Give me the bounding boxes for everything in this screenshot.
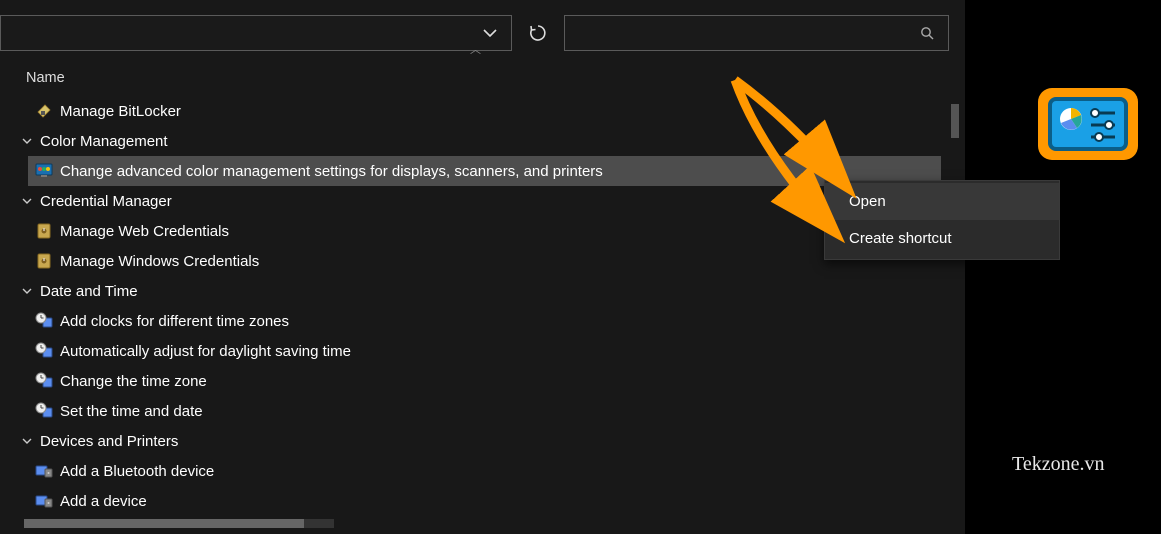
- toolbar: [0, 0, 965, 60]
- list-item[interactable]: Add a Bluetooth device: [22, 456, 953, 486]
- list-item[interactable]: Add clocks for different time zones: [22, 306, 953, 336]
- list-item[interactable]: Manage Web Credentials: [22, 216, 953, 246]
- item-label: Manage Web Credentials: [60, 223, 229, 240]
- list-item[interactable]: Change advanced color management setting…: [28, 156, 941, 186]
- safe-icon: [34, 222, 54, 240]
- clock-icon: [34, 312, 54, 330]
- watermark: Tekzone.vn: [1012, 453, 1104, 476]
- item-label: Add clocks for different time zones: [60, 313, 289, 330]
- content-area: ︿ Name Manage BitLockerColor ManagementC…: [0, 60, 965, 534]
- item-label: Manage Windows Credentials: [60, 253, 259, 270]
- group-label: Date and Time: [38, 283, 138, 300]
- list-item[interactable]: Automatically adjust for daylight saving…: [22, 336, 953, 366]
- control-panel-window: ︿ Name Manage BitLocker Color Management C…: [0, 0, 965, 534]
- sort-indicator-icon: ︿: [470, 41, 481, 57]
- device-icon: [34, 492, 54, 510]
- item-label: Add a Bluetooth device: [60, 463, 214, 480]
- chevron-down-icon[interactable]: [22, 196, 38, 206]
- horizontal-scrollbar-thumb[interactable]: [24, 519, 304, 528]
- context-menu-create-shortcut[interactable]: Create shortcut: [825, 220, 1059, 257]
- chevron-down-icon[interactable]: [22, 436, 38, 446]
- control-panel-icon: [1048, 97, 1128, 151]
- device-icon: [34, 462, 54, 480]
- chevron-down-icon[interactable]: [477, 29, 503, 37]
- list-item[interactable]: Manage BitLocker: [22, 96, 953, 126]
- item-label: Automatically adjust for daylight saving…: [60, 343, 351, 360]
- chevron-down-icon[interactable]: [22, 136, 38, 146]
- item-label: Add a device: [60, 493, 147, 510]
- monitor-color-icon: [34, 162, 54, 180]
- column-header-name[interactable]: Name: [22, 66, 953, 94]
- group-row[interactable]: Color Management: [22, 126, 953, 156]
- search-icon: [920, 26, 934, 40]
- group-row[interactable]: Date and Time: [22, 276, 953, 306]
- list-item[interactable]: Set the time and date: [22, 396, 953, 426]
- group-label: Devices and Printers: [38, 433, 178, 450]
- context-menu-open[interactable]: Open: [825, 183, 1059, 220]
- horizontal-scrollbar[interactable]: [24, 519, 334, 528]
- list-item[interactable]: Add a device: [22, 486, 953, 516]
- group-label: Color Management: [38, 133, 168, 150]
- chevron-down-icon[interactable]: [22, 286, 38, 296]
- item-label: Manage BitLocker: [60, 103, 181, 120]
- clock-icon: [34, 372, 54, 390]
- refresh-button[interactable]: [520, 15, 556, 51]
- vertical-scrollbar-thumb[interactable]: [951, 104, 959, 138]
- address-bar[interactable]: [0, 15, 512, 51]
- list-item[interactable]: Change the time zone: [22, 366, 953, 396]
- safe-icon: [34, 252, 54, 270]
- list-item[interactable]: Manage Windows Credentials: [22, 246, 953, 276]
- context-menu: Open Create shortcut: [824, 180, 1060, 260]
- item-label: Change advanced color management setting…: [60, 163, 603, 180]
- task-list: Manage BitLocker Color Management Change a…: [22, 96, 953, 516]
- bitlocker-icon: [34, 102, 54, 120]
- clock-icon: [34, 342, 54, 360]
- clock-icon: [34, 402, 54, 420]
- group-row[interactable]: Devices and Printers: [22, 426, 953, 456]
- group-label: Credential Manager: [38, 193, 172, 210]
- control-panel-badge: [1038, 88, 1138, 160]
- search-box[interactable]: [564, 15, 949, 51]
- item-label: Change the time zone: [60, 373, 207, 390]
- item-label: Set the time and date: [60, 403, 203, 420]
- group-row[interactable]: Credential Manager: [22, 186, 953, 216]
